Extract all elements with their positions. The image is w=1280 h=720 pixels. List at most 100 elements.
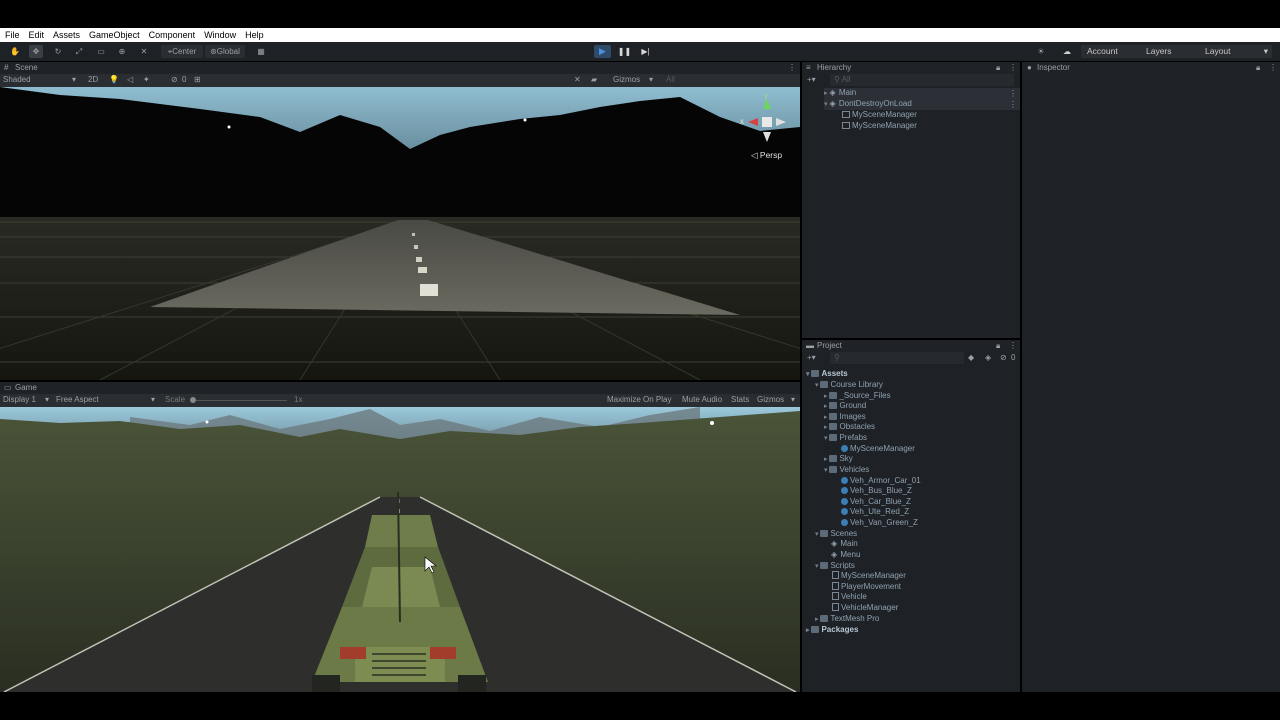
project-item-label: Menu xyxy=(840,550,861,559)
project-scene-menu[interactable]: ◈ Menu xyxy=(831,550,860,560)
custom-tool-icon[interactable]: ✕ xyxy=(137,45,151,58)
play-button[interactable]: ▶ xyxy=(594,45,611,58)
account-dropdown[interactable]: Account▾ xyxy=(1081,45,1148,58)
more-options-icon[interactable]: ⋮ xyxy=(788,62,796,74)
camera-icon[interactable]: ▰ xyxy=(591,74,597,86)
pivot-toggle-button[interactable]: ⌖Center xyxy=(161,45,203,58)
project-folder-prefabs[interactable]: ▾ Prefabs xyxy=(824,433,867,444)
effects-icon[interactable]: ✦ xyxy=(143,74,150,86)
project-folder-sky[interactable]: ▸ Sky xyxy=(824,454,853,465)
hierarchy-item-myscenemanager[interactable]: MySceneManager xyxy=(842,121,917,131)
mode-2d-toggle[interactable]: 2D xyxy=(88,74,98,86)
create-add-icon[interactable]: +▾ xyxy=(807,352,816,364)
project-script-myscenemanager[interactable]: MySceneManager xyxy=(832,571,906,581)
game-gizmos-dropdown[interactable]: Gizmos xyxy=(757,394,784,406)
scene-tab[interactable]: Scene xyxy=(15,62,38,74)
menu-assets[interactable]: Assets xyxy=(48,28,84,42)
layout-dropdown[interactable]: Layout ▾ xyxy=(1199,45,1272,58)
menu-edit[interactable]: Edit xyxy=(24,28,49,42)
scene-viewport[interactable]: x y ◁ Persp xyxy=(0,87,800,380)
lighting-icon[interactable]: 💡 xyxy=(109,74,119,86)
project-prefab-veh-bus-blue[interactable]: Veh_Bus_Blue_Z xyxy=(841,486,912,496)
more-options-icon[interactable]: ⋮ xyxy=(1009,340,1017,352)
horizontal-divider[interactable] xyxy=(802,338,1020,340)
transform-tool-icon[interactable]: ⊕ xyxy=(115,45,129,58)
filter-label-icon[interactable]: ◈ xyxy=(985,352,991,364)
scale-tool-icon[interactable]: ⤢ xyxy=(72,45,86,58)
project-search-input[interactable]: ⚲ xyxy=(830,352,964,364)
game-tab[interactable]: Game xyxy=(15,382,37,394)
project-folder-obstacles[interactable]: ▸ Obstacles xyxy=(824,422,875,433)
hierarchy-panel: ≡ Hierarchy 🔒︎ ⋮ +▾ ⚲ All ▸ ◈ Main ▾ ◈ D… xyxy=(802,62,1020,338)
grid-snap-icon[interactable]: ▦ xyxy=(254,45,268,58)
scene-search-input[interactable]: All xyxy=(666,74,726,86)
hierarchy-item-dontdestroyonload[interactable]: ▾ ◈ DontDestroyOnLoad xyxy=(824,99,1020,110)
inspector-tab[interactable]: Inspector xyxy=(1037,62,1070,74)
scene-gizmos-dropdown[interactable]: Gizmos xyxy=(613,74,640,86)
vertical-divider[interactable] xyxy=(800,62,802,692)
csharp-script-icon xyxy=(832,603,839,611)
mute-audio-toggle[interactable]: Mute Audio xyxy=(682,394,722,406)
hierarchy-tab[interactable]: Hierarchy xyxy=(817,62,851,74)
project-prefab-veh-ute-red[interactable]: Veh_Ute_Red_Z xyxy=(841,507,909,517)
filter-type-icon[interactable]: ◆ xyxy=(968,352,974,364)
menu-file[interactable]: File xyxy=(0,28,24,42)
maximize-on-play-toggle[interactable]: Maximize On Play xyxy=(607,394,671,406)
step-button[interactable]: ▶| xyxy=(638,45,653,58)
rotate-tool-icon[interactable]: ↻ xyxy=(51,45,65,58)
project-folder-ground[interactable]: ▸ Ground xyxy=(824,401,866,412)
collab-icon[interactable]: ☀ xyxy=(1034,45,1048,58)
rect-tool-icon[interactable]: ▭ xyxy=(94,45,108,58)
lock-icon[interactable]: 🔒︎ xyxy=(996,62,1000,74)
menu-help[interactable]: Help xyxy=(240,28,268,42)
pause-button[interactable]: ❚❚ xyxy=(617,45,632,58)
menu-gameobject[interactable]: GameObject xyxy=(84,28,144,42)
space-toggle-button[interactable]: ⊛Global xyxy=(205,45,245,58)
scale-slider-handle[interactable] xyxy=(190,397,196,403)
more-options-icon[interactable]: ⋮ xyxy=(1009,62,1017,74)
hierarchy-search-input[interactable]: ⚲ All xyxy=(830,74,1014,86)
project-script-vehicle[interactable]: Vehicle xyxy=(832,592,867,602)
visibility-icon[interactable]: ⊘ xyxy=(171,74,178,86)
horizontal-divider[interactable] xyxy=(0,380,800,382)
project-folder-vehicles[interactable]: ▾ Vehicles xyxy=(824,465,869,476)
projection-label[interactable]: ◁ Persp xyxy=(751,150,782,161)
project-prefab-veh-van-green[interactable]: Veh_Van_Green_Z xyxy=(841,518,918,528)
more-options-icon[interactable]: ⋮ xyxy=(1009,99,1017,111)
hierarchy-item-main[interactable]: ▸ ◈ Main xyxy=(824,88,1020,99)
project-scene-main[interactable]: ◈ Main xyxy=(831,539,858,549)
hand-tool-icon[interactable]: ✋ xyxy=(8,45,22,58)
display-dropdown[interactable]: Display 1 xyxy=(3,394,36,406)
project-script-playermovement[interactable]: PlayerMovement xyxy=(832,582,901,592)
project-tab[interactable]: Project xyxy=(817,340,842,352)
aspect-dropdown[interactable]: Free Aspect xyxy=(56,394,148,406)
project-prefab-veh-car-blue[interactable]: Veh_Car_Blue_Z xyxy=(841,497,911,507)
lock-icon[interactable]: 🔒︎ xyxy=(1256,62,1260,74)
vertical-divider[interactable] xyxy=(1020,62,1022,692)
hidden-toggle-icon[interactable]: ⊘ xyxy=(1000,352,1007,364)
project-prefab-veh-armor-car[interactable]: Veh_Armor_Car_01 xyxy=(841,476,921,486)
project-folder-packages[interactable]: ▸ Packages xyxy=(806,625,858,636)
create-add-icon[interactable]: +▾ xyxy=(807,74,816,86)
layers-dropdown[interactable]: Layers▾ xyxy=(1140,45,1207,58)
chevron-down-icon: ▾ xyxy=(1263,46,1268,56)
tools-icon[interactable]: ✕ xyxy=(574,74,581,86)
lock-icon[interactable]: 🔒︎ xyxy=(996,340,1000,352)
project-folder-course-library[interactable]: ▾ Course Library xyxy=(815,380,883,391)
game-viewport[interactable] xyxy=(0,407,800,692)
grid-toggle-icon[interactable]: ⊞ xyxy=(194,74,201,86)
cloud-icon[interactable]: ☁ xyxy=(1060,45,1074,58)
hierarchy-item-myscenemanager[interactable]: MySceneManager xyxy=(842,110,917,120)
scale-slider-track[interactable] xyxy=(192,400,287,401)
more-options-icon[interactable]: ⋮ xyxy=(1269,62,1277,74)
project-script-vehiclemanager[interactable]: VehicleManager xyxy=(832,603,898,613)
move-tool-icon[interactable]: ✥ xyxy=(29,45,43,58)
menu-window[interactable]: Window xyxy=(199,28,240,42)
audio-icon[interactable]: ◁ xyxy=(127,74,133,86)
shading-mode-dropdown[interactable]: Shaded xyxy=(3,74,73,86)
project-prefab-myscenemanager[interactable]: MySceneManager xyxy=(841,444,915,454)
project-folder-assets[interactable]: ▾ Assets xyxy=(806,369,848,380)
project-folder-textmesh-pro[interactable]: ▸ TextMesh Pro xyxy=(815,614,879,625)
stats-toggle[interactable]: Stats xyxy=(731,394,749,406)
menu-component[interactable]: Component xyxy=(144,28,200,42)
